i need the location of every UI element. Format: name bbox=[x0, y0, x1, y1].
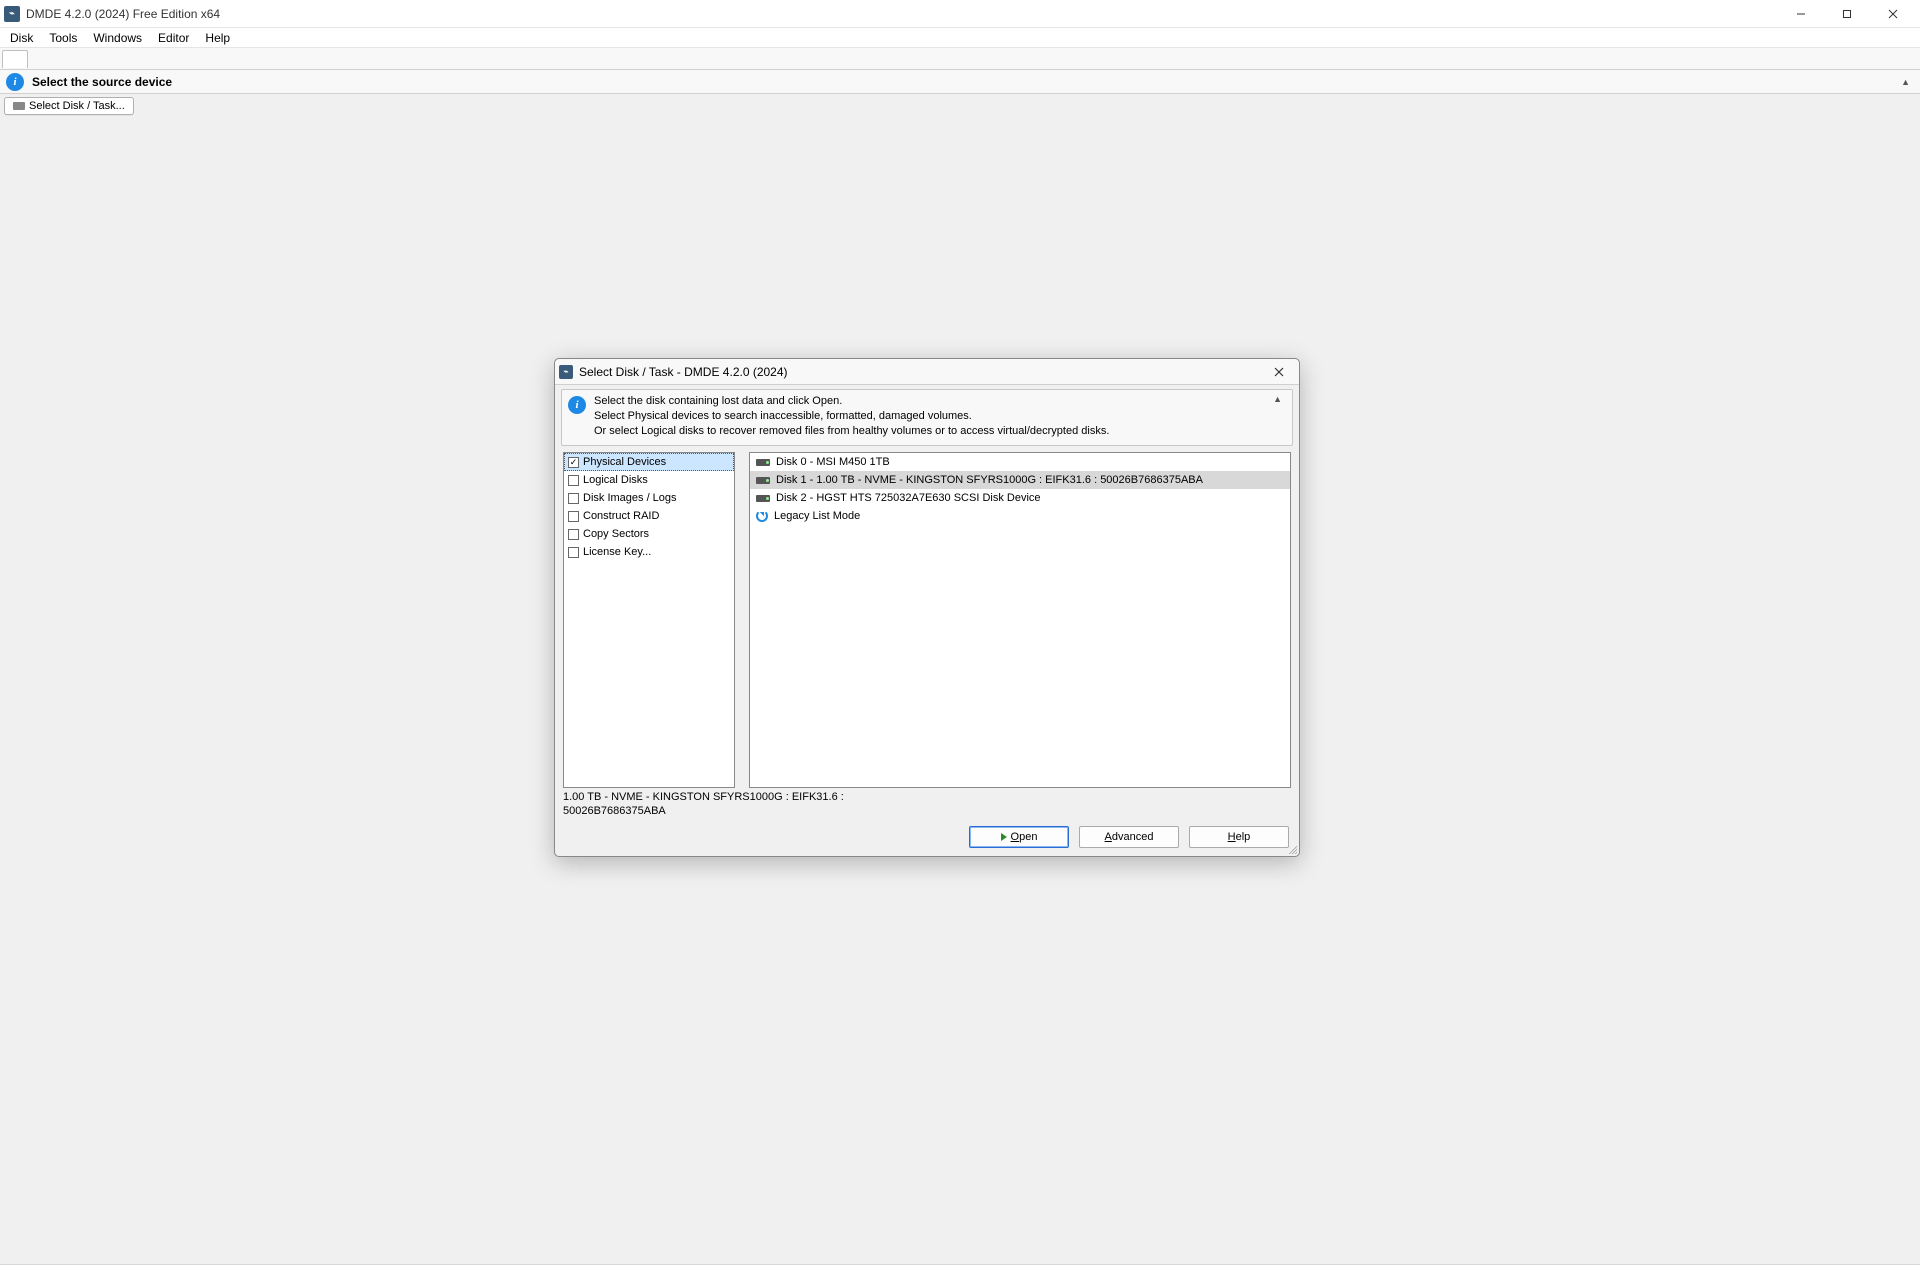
refresh-icon bbox=[756, 510, 768, 522]
checkbox-icon[interactable] bbox=[568, 529, 579, 540]
task-item-label: Physical Devices bbox=[583, 456, 666, 468]
maximize-button[interactable] bbox=[1824, 0, 1870, 28]
resize-grip[interactable] bbox=[1287, 844, 1297, 854]
task-item-label: License Key... bbox=[583, 546, 651, 558]
toolbar-blank-tab[interactable] bbox=[2, 50, 28, 68]
close-button[interactable] bbox=[1870, 0, 1916, 28]
help-button[interactable]: Help bbox=[1189, 826, 1289, 848]
info-icon: i bbox=[568, 396, 586, 414]
collapse-icon[interactable]: ▲ bbox=[1897, 77, 1914, 87]
device-item[interactable]: Disk 1 - 1.00 TB - NVME - KINGSTON SFYRS… bbox=[750, 471, 1290, 489]
device-list[interactable]: Disk 0 - MSI M450 1TB Disk 1 - 1.00 TB - … bbox=[749, 452, 1291, 788]
dialog-close-button[interactable] bbox=[1263, 361, 1295, 383]
dialog-title: Select Disk / Task - DMDE 4.2.0 (2024) bbox=[579, 365, 788, 379]
device-item-label: Disk 0 - MSI M450 1TB bbox=[776, 456, 890, 468]
drive-icon bbox=[756, 477, 770, 484]
checkbox-icon[interactable] bbox=[568, 457, 579, 468]
task-list[interactable]: Physical Devices Logical Disks Disk Images… bbox=[563, 452, 735, 788]
task-item[interactable]: Disk Images / Logs bbox=[564, 489, 734, 507]
open-button-label-rest: pen bbox=[1019, 831, 1037, 843]
task-item[interactable]: Copy Sectors bbox=[564, 525, 734, 543]
device-item[interactable]: Disk 2 - HGST HTS 725032A7E630 SCSI Disk… bbox=[750, 489, 1290, 507]
menu-help[interactable]: Help bbox=[197, 29, 238, 47]
main-titlebar: ⌁ DMDE 4.2.0 (2024) Free Edition x64 bbox=[0, 0, 1920, 28]
select-disk-dialog: ⌁ Select Disk / Task - DMDE 4.2.0 (2024)… bbox=[554, 358, 1300, 857]
checkbox-icon[interactable] bbox=[568, 511, 579, 522]
menu-bar: Disk Tools Windows Editor Help bbox=[0, 28, 1920, 48]
dialog-info-line2: Select Physical devices to search inacce… bbox=[594, 409, 1109, 424]
task-item[interactable]: License Key... bbox=[564, 543, 734, 561]
minimize-button[interactable] bbox=[1778, 0, 1824, 28]
checkbox-icon[interactable] bbox=[568, 493, 579, 504]
dialog-info-line3: Or select Logical disks to recover remov… bbox=[594, 424, 1109, 439]
app-icon: ⌁ bbox=[4, 6, 20, 22]
dialog-button-row: Open Advanced Help bbox=[555, 822, 1299, 856]
info-banner: i Select the source device ▲ bbox=[0, 70, 1920, 94]
checkbox-icon[interactable] bbox=[568, 475, 579, 486]
info-banner-text: Select the source device bbox=[32, 75, 172, 89]
dialog-info-text: Select the disk containing lost data and… bbox=[594, 394, 1109, 439]
device-item[interactable]: Legacy List Mode bbox=[750, 507, 1290, 525]
dialog-info-panel: i Select the disk containing lost data a… bbox=[561, 389, 1293, 446]
tab-row: Select Disk / Task... bbox=[0, 94, 1920, 122]
collapse-icon[interactable]: ▲ bbox=[1269, 394, 1286, 404]
device-item-label: Legacy List Mode bbox=[774, 510, 860, 522]
arrow-right-icon bbox=[1001, 833, 1007, 841]
drive-icon bbox=[756, 459, 770, 466]
open-button[interactable]: Open bbox=[969, 826, 1069, 848]
task-item-label: Disk Images / Logs bbox=[583, 492, 677, 504]
select-disk-task-tab[interactable]: Select Disk / Task... bbox=[4, 97, 134, 115]
advanced-button[interactable]: Advanced bbox=[1079, 826, 1179, 848]
dialog-status-line1: 1.00 TB - NVME - KINGSTON SFYRS1000G : E… bbox=[563, 790, 1291, 804]
device-item-label: Disk 1 - 1.00 TB - NVME - KINGSTON SFYRS… bbox=[776, 474, 1203, 486]
menu-disk[interactable]: Disk bbox=[2, 29, 41, 47]
task-item[interactable]: Logical Disks bbox=[564, 471, 734, 489]
task-item-label: Construct RAID bbox=[583, 510, 659, 522]
menu-tools[interactable]: Tools bbox=[41, 29, 85, 47]
dialog-status-line2: 50026B7686375ABA bbox=[563, 804, 1291, 818]
dialog-info-line1: Select the disk containing lost data and… bbox=[594, 394, 1109, 409]
dialog-titlebar[interactable]: ⌁ Select Disk / Task - DMDE 4.2.0 (2024) bbox=[555, 359, 1299, 385]
help-button-label-rest: elp bbox=[1236, 831, 1251, 843]
task-item[interactable]: Construct RAID bbox=[564, 507, 734, 525]
advanced-button-label-rest: dvanced bbox=[1112, 831, 1154, 843]
task-item-label: Copy Sectors bbox=[583, 528, 649, 540]
dialog-app-icon: ⌁ bbox=[559, 365, 573, 379]
window-controls bbox=[1778, 0, 1916, 28]
info-icon: i bbox=[6, 73, 24, 91]
window-title: DMDE 4.2.0 (2024) Free Edition x64 bbox=[26, 7, 220, 21]
device-item[interactable]: Disk 0 - MSI M450 1TB bbox=[750, 453, 1290, 471]
task-item[interactable]: Physical Devices bbox=[564, 453, 734, 471]
toolbar bbox=[0, 48, 1920, 70]
select-disk-task-label: Select Disk / Task... bbox=[29, 100, 125, 112]
device-item-label: Disk 2 - HGST HTS 725032A7E630 SCSI Disk… bbox=[776, 492, 1041, 504]
dialog-status: 1.00 TB - NVME - KINGSTON SFYRS1000G : E… bbox=[555, 790, 1299, 822]
disk-icon bbox=[13, 102, 25, 110]
status-bar bbox=[0, 1264, 1920, 1280]
menu-windows[interactable]: Windows bbox=[85, 29, 150, 47]
task-item-label: Logical Disks bbox=[583, 474, 648, 486]
checkbox-icon[interactable] bbox=[568, 547, 579, 558]
menu-editor[interactable]: Editor bbox=[150, 29, 197, 47]
drive-icon bbox=[756, 495, 770, 502]
